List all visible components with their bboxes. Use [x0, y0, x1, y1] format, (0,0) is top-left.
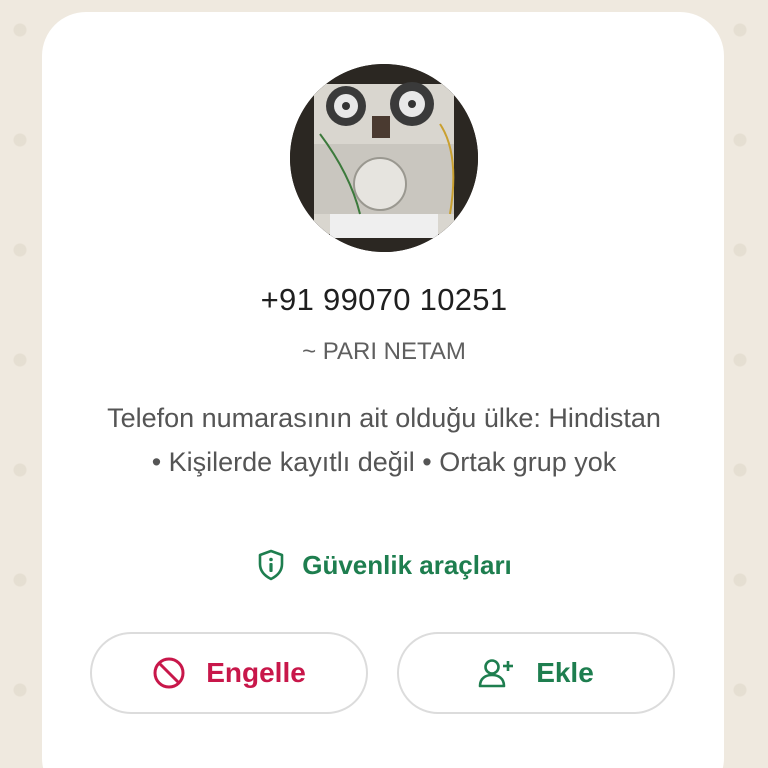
add-contact-button[interactable]: Ekle: [397, 632, 675, 714]
block-icon: [152, 656, 186, 690]
block-button[interactable]: Engelle: [90, 632, 368, 714]
safety-tools-link[interactable]: Güvenlik araçları: [0, 545, 768, 585]
avatar-photo: [290, 64, 478, 252]
avatar[interactable]: [290, 64, 478, 252]
add-contact-label: Ekle: [536, 657, 594, 688]
block-button-label: Engelle: [206, 657, 306, 688]
safety-tools-label: Güvenlik araçları: [302, 549, 512, 580]
add-person-icon: [478, 657, 516, 689]
shield-info-icon: [256, 549, 286, 581]
contact-push-name: ~ PARI NETAM: [302, 338, 466, 365]
contact-info-text: Telefon numarasının ait olduğu ülke: Hin…: [107, 403, 661, 477]
contact-phone-number: +91 99070 10251: [260, 282, 508, 317]
